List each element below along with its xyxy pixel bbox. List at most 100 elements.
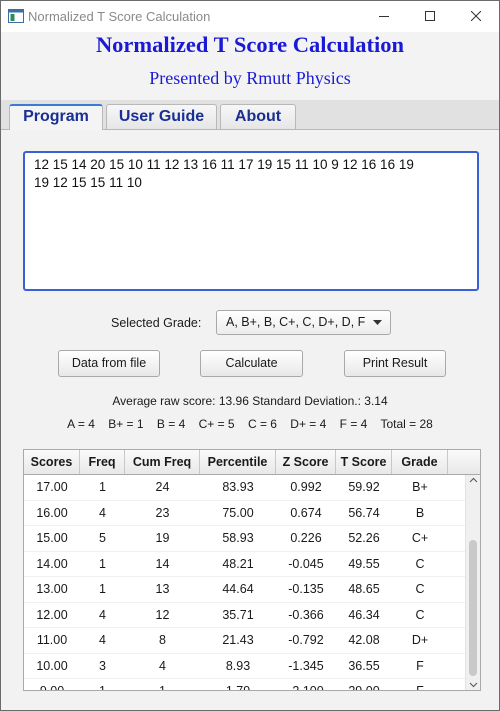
cell-z-score: -0.792 bbox=[288, 633, 324, 647]
cell-z-score: 0.992 bbox=[290, 480, 322, 494]
cell-t-score: 48.65 bbox=[348, 582, 380, 596]
grade-select-value: A, B+, B, C+, C, D+, D, F bbox=[226, 315, 366, 329]
app-header: Normalized T Score Calculation Presented… bbox=[1, 32, 499, 101]
cell-grade: C bbox=[415, 582, 425, 596]
cell-score: 9.00 bbox=[39, 684, 65, 691]
cell-score: 11.00 bbox=[36, 633, 68, 647]
cell-t-score: 42.08 bbox=[348, 633, 380, 647]
cell-t-score: 52.26 bbox=[348, 531, 380, 545]
cell-t-score: 46.34 bbox=[348, 607, 380, 622]
table-row[interactable]: 10.00 3 4 8.93 -1.345 36.55 F bbox=[24, 654, 465, 679]
tab-user-guide[interactable]: User Guide bbox=[106, 104, 217, 129]
cell-grade: C bbox=[415, 556, 425, 571]
cell-t-score: 49.55 bbox=[348, 556, 380, 571]
app-window-icon bbox=[8, 9, 24, 23]
page-title: Normalized T Score Calculation bbox=[95, 32, 405, 57]
cell-freq: 1 bbox=[99, 684, 106, 691]
cell-grade: D+ bbox=[411, 633, 429, 647]
grade-select[interactable]: A, B+, B, C+, C, D+, D, F bbox=[216, 310, 391, 335]
scrollbar-thumb[interactable] bbox=[469, 540, 477, 676]
column-header-z-score[interactable]: Z Score bbox=[276, 450, 336, 474]
cell-cum-freq: 19 bbox=[155, 531, 170, 545]
cell-z-score: -1.345 bbox=[288, 658, 324, 673]
tab-program[interactable]: Program bbox=[9, 104, 103, 130]
scroll-down-arrow-icon[interactable] bbox=[469, 682, 478, 688]
cell-grade: B+ bbox=[412, 480, 428, 494]
app-window: Normalized T Score Calculation Normalize… bbox=[0, 0, 500, 711]
cell-score: 12.00 bbox=[36, 607, 68, 622]
table-row[interactable]: 14.00 1 14 48.21 -0.045 49.55 C bbox=[24, 552, 465, 577]
table-row[interactable]: 11.00 4 8 21.43 -0.792 42.08 D+ bbox=[24, 628, 465, 654]
cell-freq: 1 bbox=[99, 582, 106, 596]
tab-bar: Program User Guide About bbox=[1, 100, 499, 130]
title-bar[interactable]: Normalized T Score Calculation bbox=[1, 1, 499, 32]
cell-percentile: 21.43 bbox=[222, 633, 254, 647]
cell-percentile: 75.00 bbox=[222, 505, 254, 520]
column-header-percentile[interactable]: Percentile bbox=[200, 450, 276, 474]
cell-cum-freq: 8 bbox=[159, 633, 166, 647]
table-row[interactable]: 9.00 1 1 1.79 -2.100 29.00 F bbox=[24, 679, 465, 691]
column-header-scores[interactable]: Scores bbox=[24, 450, 80, 474]
cell-z-score: -0.045 bbox=[288, 556, 324, 571]
minimize-button[interactable] bbox=[361, 1, 407, 32]
cell-score: 10.00 bbox=[36, 658, 68, 673]
column-header-freq[interactable]: Freq bbox=[80, 450, 125, 474]
cell-cum-freq: 13 bbox=[155, 582, 170, 596]
chevron-down-icon bbox=[373, 320, 382, 325]
window-title: Normalized T Score Calculation bbox=[28, 9, 211, 24]
column-header-t-score[interactable]: T Score bbox=[336, 450, 392, 474]
cell-z-score: -2.100 bbox=[288, 684, 324, 691]
cell-freq: 4 bbox=[99, 633, 106, 647]
cell-freq: 5 bbox=[99, 531, 106, 545]
minimize-icon bbox=[379, 16, 389, 17]
table-body: 17.00 1 24 83.93 0.992 59.92 B+ 16.00 4 … bbox=[24, 475, 465, 691]
column-header-filler bbox=[448, 450, 480, 474]
cell-freq: 3 bbox=[99, 658, 106, 673]
results-table[interactable]: Scores Freq Cum Freq Percentile Z Score … bbox=[23, 449, 481, 691]
data-from-file-button[interactable]: Data from file bbox=[58, 350, 160, 377]
cell-score: 17.00 bbox=[36, 480, 68, 494]
maximize-button[interactable] bbox=[407, 1, 453, 32]
cell-score: 14.00 bbox=[36, 556, 68, 571]
table-row[interactable]: 17.00 1 24 83.93 0.992 59.92 B+ bbox=[24, 475, 465, 501]
cell-freq: 1 bbox=[99, 480, 106, 494]
cell-score: 13.00 bbox=[36, 582, 68, 596]
cell-cum-freq: 23 bbox=[155, 505, 170, 520]
table-scrollbar[interactable] bbox=[465, 475, 480, 690]
table-row[interactable]: 15.00 5 19 58.93 0.226 52.26 C+ bbox=[24, 526, 465, 552]
cell-freq: 4 bbox=[99, 505, 106, 520]
table-row[interactable]: 16.00 4 23 75.00 0.674 56.74 B bbox=[24, 501, 465, 526]
tab-about[interactable]: About bbox=[220, 104, 296, 129]
cell-t-score: 56.74 bbox=[348, 505, 380, 520]
grade-counts: A = 4 B+ = 1 B = 4 C+ = 5 C = 6 D+ = 4 F… bbox=[67, 417, 433, 431]
cell-percentile: 58.93 bbox=[222, 531, 254, 545]
cell-t-score: 59.92 bbox=[348, 480, 380, 494]
cell-score: 15.00 bbox=[36, 531, 68, 545]
cell-percentile: 8.93 bbox=[225, 658, 251, 673]
cell-z-score: -0.366 bbox=[288, 607, 324, 622]
scroll-up-arrow-icon[interactable] bbox=[469, 477, 478, 483]
calculate-button[interactable]: Calculate bbox=[200, 350, 303, 377]
cell-percentile: 83.93 bbox=[222, 480, 254, 494]
cell-cum-freq: 24 bbox=[155, 480, 170, 494]
cell-grade: F bbox=[416, 658, 424, 673]
print-result-button[interactable]: Print Result bbox=[344, 350, 446, 377]
cell-percentile: 44.64 bbox=[222, 582, 254, 596]
cell-percentile: 48.21 bbox=[222, 556, 254, 571]
cell-cum-freq: 4 bbox=[159, 658, 166, 673]
table-header: Scores Freq Cum Freq Percentile Z Score … bbox=[24, 450, 480, 475]
column-header-grade[interactable]: Grade bbox=[392, 450, 448, 474]
cell-t-score: 29.00 bbox=[348, 684, 380, 691]
close-button[interactable] bbox=[453, 1, 499, 32]
cell-grade: B bbox=[415, 505, 425, 520]
table-row[interactable]: 12.00 4 12 35.71 -0.366 46.34 C bbox=[24, 603, 465, 628]
cell-percentile: 1.79 bbox=[225, 684, 251, 691]
cell-z-score: -0.135 bbox=[288, 582, 324, 596]
scores-input[interactable]: 12 15 14 20 15 10 11 12 13 16 11 17 19 1… bbox=[23, 151, 479, 291]
cell-freq: 4 bbox=[99, 607, 106, 622]
cell-grade: C bbox=[415, 607, 425, 622]
column-header-cum-freq[interactable]: Cum Freq bbox=[125, 450, 200, 474]
table-row[interactable]: 13.00 1 13 44.64 -0.135 48.65 C bbox=[24, 577, 465, 603]
cell-grade: F bbox=[416, 684, 424, 691]
average-stats: Average raw score: 13.96 Standard Deviat… bbox=[112, 394, 388, 408]
